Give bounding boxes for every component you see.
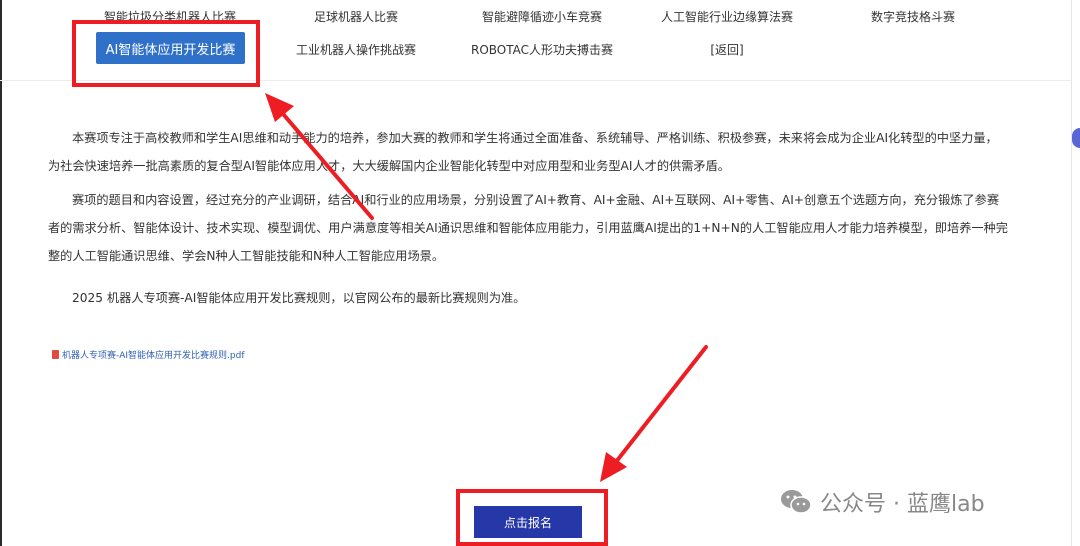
wechat-icon [781, 490, 812, 514]
side-float-icon[interactable] [1072, 128, 1080, 148]
rules-pdf-label: 机器人专项赛-AI智能体应用开发比赛规则.pdf [62, 351, 245, 361]
frame-edge [0, 0, 2, 546]
rules-text: 2025 机器人专项赛-AI智能体应用开发比赛规则，以官网公布的最新比赛规则为准… [72, 291, 526, 305]
highlight-box-signup [456, 489, 608, 546]
nav-item-obstacle-car[interactable]: 智能避障循迹小车竞赛 [482, 8, 602, 25]
intro-paragraph: 本赛项专注于高校教师和学生AI思维和动手能力的培养，参加大赛的教师和学生将通过全… [48, 124, 1008, 180]
pdf-file-icon [52, 350, 59, 359]
rules-pdf-link[interactable]: 机器人专项赛-AI智能体应用开发比赛规则.pdf [52, 348, 245, 361]
arrow-to-signup [600, 345, 708, 482]
wechat-watermark: 公众号 · 蓝鹰lab [780, 482, 985, 522]
highlight-box-tab [72, 20, 260, 87]
nav-item-back-link[interactable]: [返回] [710, 41, 743, 58]
nav-item-soccer-robot[interactable]: 足球机器人比赛 [314, 8, 398, 25]
nav-item-edge-algorithm[interactable]: 人工智能行业边缘算法赛 [661, 8, 793, 25]
rules-paragraph: 2025 机器人专项赛-AI智能体应用开发比赛规则，以官网公布的最新比赛规则为准… [48, 284, 1008, 312]
nav-item-industrial-robot[interactable]: 工业机器人操作挑战赛 [296, 41, 416, 58]
frame-right-edge [1071, 0, 1080, 546]
topics-paragraph: 赛项的题目和内容设置，经过充分的产业调研，结合AI和行业的应用场景，分别设置了A… [48, 186, 1008, 270]
nav-item-digital-fighting[interactable]: 数字竞技格斗赛 [871, 8, 955, 25]
intro-text: 本赛项专注于高校教师和学生AI思维和动手能力的培养，参加大赛的教师和学生将通过全… [48, 131, 998, 173]
nav-item-robotac-kungfu[interactable]: ROBOTAC人形功夫搏击赛 [471, 41, 613, 58]
watermark-text: 公众号 · 蓝鹰lab [820, 492, 985, 517]
topics-text: 赛项的题目和内容设置，经过充分的产业调研，结合AI和行业的应用场景，分别设置了A… [48, 193, 1008, 263]
